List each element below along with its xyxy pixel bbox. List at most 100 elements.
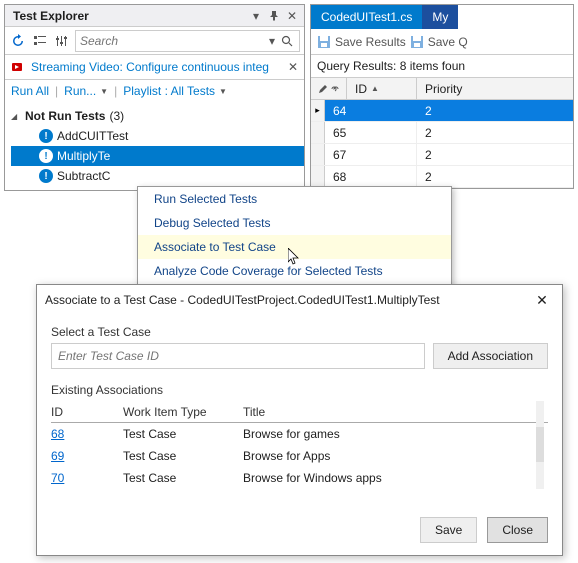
link-icon xyxy=(330,84,340,94)
test-name: SubtractC xyxy=(57,169,110,183)
test-item[interactable]: ! SubtractC xyxy=(11,166,304,186)
settings-icon[interactable] xyxy=(53,32,71,50)
search-icon[interactable] xyxy=(279,35,295,47)
video-icon xyxy=(11,59,27,75)
expander-icon[interactable]: ◢ xyxy=(11,112,23,121)
group-icon[interactable] xyxy=(31,32,49,50)
test-explorer-toolbar: ▾ xyxy=(5,27,304,55)
cell-id: 68 xyxy=(325,166,417,187)
info-icon: ! xyxy=(39,169,53,183)
dialog-footer: Save Close xyxy=(37,511,562,555)
test-tree: ◢ Not Run Tests (3) !AddCUITTest! Multipl… xyxy=(5,102,304,190)
existing-associations-label: Existing Associations xyxy=(51,383,548,397)
association-row: 69Test CaseBrowse for Apps xyxy=(51,445,548,467)
cell-type: Test Case xyxy=(123,471,243,485)
assoc-header: ID Work Item Type Title xyxy=(51,401,548,423)
cell-type: Test Case xyxy=(123,427,243,441)
col-title[interactable]: Title xyxy=(243,405,548,419)
disk-icon xyxy=(410,35,424,49)
tab-label: My xyxy=(432,10,448,24)
cell-id: 67 xyxy=(325,144,417,165)
cell-priority: 2 xyxy=(417,100,573,121)
row-selector[interactable] xyxy=(311,122,325,143)
test-name: MultiplyTe xyxy=(57,149,110,163)
search-dropdown-icon[interactable]: ▾ xyxy=(265,34,279,48)
row-selector[interactable] xyxy=(311,144,325,165)
col-type[interactable]: Work Item Type xyxy=(123,405,243,419)
group-label: Not Run Tests xyxy=(23,109,105,123)
group-count: (3) xyxy=(109,109,124,123)
tab-other[interactable]: My xyxy=(422,5,458,29)
grid-col-id[interactable]: ID▲ xyxy=(347,78,417,99)
info-icon: ! xyxy=(39,149,53,163)
cell-title: Browse for Apps xyxy=(243,449,548,463)
workitem-link[interactable]: 69 xyxy=(51,449,64,463)
close-videobar-icon[interactable]: ✕ xyxy=(288,60,298,74)
save-query-button[interactable]: Save Q xyxy=(410,35,468,49)
workitem-link[interactable]: 70 xyxy=(51,471,64,485)
refresh-icon[interactable] xyxy=(9,32,27,50)
save-query-label: Save Q xyxy=(428,35,468,49)
query-summary: Query Results: 8 items foun xyxy=(311,55,573,78)
row-selector[interactable] xyxy=(311,166,325,187)
grid-row[interactable]: ▸642 xyxy=(311,100,573,122)
testcase-id-input[interactable] xyxy=(51,343,425,369)
separator: | xyxy=(114,84,117,98)
cell-priority: 2 xyxy=(417,122,573,143)
cell-priority: 2 xyxy=(417,166,573,187)
grid-row[interactable]: 682 xyxy=(311,166,573,188)
test-group-row[interactable]: ◢ Not Run Tests (3) xyxy=(11,106,304,126)
panel-title: Test Explorer xyxy=(13,9,246,23)
info-icon: ! xyxy=(39,129,53,143)
cell-title: Browse for games xyxy=(243,427,548,441)
grid-header: ID▲ Priority xyxy=(311,78,573,100)
document-area: CodedUITest1.cs My Save Results Save Q Q… xyxy=(310,4,574,189)
grid-icon-col[interactable] xyxy=(311,78,347,99)
run-link[interactable]: Run... xyxy=(64,84,96,98)
disk-icon xyxy=(317,35,331,49)
scrollbar[interactable] xyxy=(536,401,544,489)
context-menu-item[interactable]: Debug Selected Tests xyxy=(138,211,451,235)
cursor-icon xyxy=(288,248,302,266)
run-all-link[interactable]: Run All xyxy=(11,84,49,98)
save-results-button[interactable]: Save Results xyxy=(317,35,406,49)
test-item[interactable]: ! MultiplyTe xyxy=(11,146,304,166)
grid-row[interactable]: 652 xyxy=(311,122,573,144)
tab-label: CodedUITest1.cs xyxy=(321,10,412,24)
document-tabs: CodedUITest1.cs My xyxy=(311,5,573,29)
close-panel-icon[interactable]: ✕ xyxy=(284,8,300,24)
tab-codeduitest[interactable]: CodedUITest1.cs xyxy=(311,5,422,29)
pencil-icon xyxy=(318,84,328,94)
search-box: ▾ xyxy=(75,30,300,52)
workitem-link[interactable]: 68 xyxy=(51,427,64,441)
cell-priority: 2 xyxy=(417,144,573,165)
select-testcase-label: Select a Test Case xyxy=(51,325,548,339)
test-item[interactable]: !AddCUITTest xyxy=(11,126,304,146)
playlist-dropdown-icon[interactable]: ▼ xyxy=(219,87,227,96)
search-input[interactable] xyxy=(80,34,265,48)
col-id[interactable]: ID xyxy=(51,405,123,419)
cell-title: Browse for Windows apps xyxy=(243,471,548,485)
save-results-label: Save Results xyxy=(335,35,406,49)
close-button[interactable]: Close xyxy=(487,517,548,543)
dialog-title: Associate to a Test Case - CodedUITestPr… xyxy=(45,293,530,307)
video-link-bar: Streaming Video: Configure continuous in… xyxy=(5,55,304,80)
playlist-link[interactable]: Playlist : All Tests xyxy=(123,84,215,98)
video-link[interactable]: Streaming Video: Configure continuous in… xyxy=(31,60,284,74)
save-button[interactable]: Save xyxy=(420,517,477,543)
association-row: 68 Test CaseBrowse for games xyxy=(51,423,548,445)
sort-asc-icon: ▲ xyxy=(371,84,379,93)
row-selector[interactable]: ▸ xyxy=(311,100,325,121)
separator: | xyxy=(55,84,58,98)
context-menu-item[interactable]: Run Selected Tests xyxy=(138,187,451,211)
grid-row[interactable]: 672 xyxy=(311,144,573,166)
pin-icon[interactable] xyxy=(266,8,282,24)
close-icon[interactable]: ✕ xyxy=(530,288,554,312)
dialog-titlebar: Associate to a Test Case - CodedUITestPr… xyxy=(37,285,562,315)
cell-id: 65 xyxy=(325,122,417,143)
grid-col-priority[interactable]: Priority xyxy=(417,78,573,99)
dropdown-icon[interactable]: ▾ xyxy=(248,8,264,24)
run-dropdown-icon[interactable]: ▼ xyxy=(100,87,108,96)
associate-dialog: Associate to a Test Case - CodedUITestPr… xyxy=(36,284,563,556)
add-association-button[interactable]: Add Association xyxy=(433,343,548,369)
